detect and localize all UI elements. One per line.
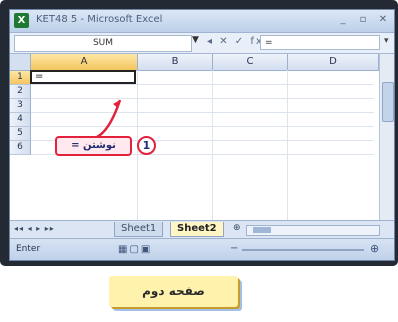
step-number-badge: 1: [137, 136, 156, 155]
callout-label: نوشتن =: [55, 136, 132, 156]
figure-caption: صفحه دوم: [109, 276, 238, 307]
callout-pointer-icon: [96, 99, 122, 139]
